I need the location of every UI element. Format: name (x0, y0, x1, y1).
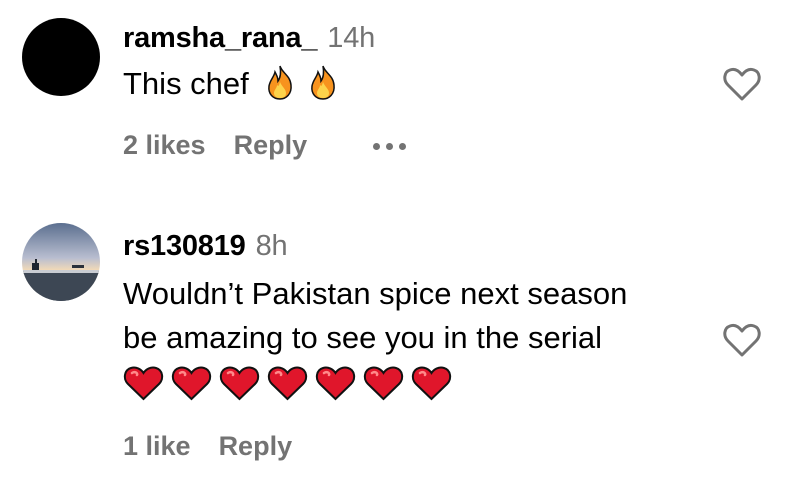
red-heart-emoji-icon (123, 366, 164, 401)
red-heart-emoji-icon (315, 366, 356, 401)
comment-actions: 1 like Reply (123, 431, 320, 462)
comment-time: 8h (255, 230, 288, 262)
heart-emoji-row (123, 365, 452, 401)
red-heart-emoji-icon (267, 366, 308, 401)
red-heart-emoji-icon (363, 366, 404, 401)
red-heart-emoji-icon (219, 366, 260, 401)
comment-text: Wouldn’t Pakistan spice next season be a… (123, 276, 628, 355)
avatar[interactable] (22, 223, 100, 301)
comment-username[interactable]: rs130819 8h (123, 230, 288, 263)
comment-2: rs130819 8h Wouldn’t Pakistan spice next … (0, 0, 786, 479)
seaside-avatar-image (22, 223, 100, 301)
reply-button[interactable]: Reply (219, 431, 293, 462)
red-heart-emoji-icon (411, 366, 452, 401)
like-heart-icon[interactable] (722, 322, 762, 358)
likes-count[interactable]: 1 like (123, 431, 191, 462)
red-heart-emoji-icon (171, 366, 212, 401)
